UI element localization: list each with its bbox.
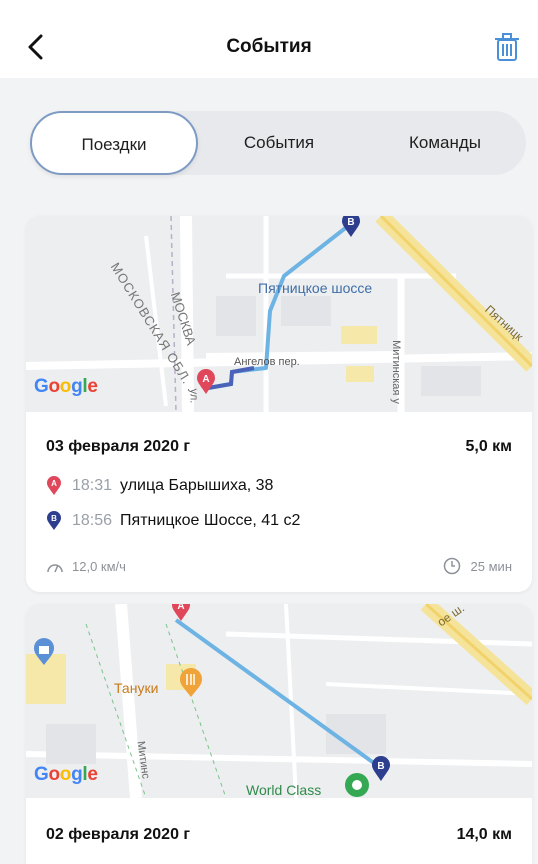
- map-label-lane: Ангелов пер.: [234, 356, 300, 368]
- svg-text:B: B: [51, 514, 57, 523]
- trash-icon[interactable]: [494, 32, 520, 62]
- app-header: События: [0, 0, 538, 78]
- end-time: 18:56: [72, 512, 113, 529]
- trip-map[interactable]: A B Тануки World Class Митинс ое ш. Goog…: [26, 604, 532, 798]
- tab-events[interactable]: События: [194, 111, 364, 175]
- trip-end: B 18:56 Пятницкое Шоссе, 41 с2: [46, 511, 300, 531]
- map-label-road: Пятницкое шоссе: [258, 280, 373, 296]
- map-label-street: Митинская у: [389, 340, 402, 404]
- pin-b-icon: B: [342, 216, 360, 237]
- speed-value: 12,0 км/ч: [72, 559, 126, 574]
- shopping-bag-icon: [34, 638, 54, 665]
- page-title: События: [226, 36, 312, 57]
- svg-text:A: A: [51, 479, 57, 488]
- svg-text:A: A: [202, 374, 209, 385]
- gym-icon: [345, 773, 369, 797]
- clock-icon: [443, 557, 460, 575]
- end-address: Пятницкое Шоссе, 41 с2: [120, 512, 301, 529]
- google-logo: Google: [34, 376, 98, 397]
- svg-text:B: B: [347, 217, 354, 228]
- google-logo: Google: [34, 764, 98, 785]
- trip-duration: 25 мин: [443, 557, 512, 575]
- pin-a-icon: A: [172, 604, 190, 621]
- trip-card[interactable]: A B Тануки World Class Митинс ое ш. Goog…: [26, 604, 532, 864]
- segmented-control: Поездки События Команды: [30, 111, 526, 175]
- start-time: 18:31: [72, 477, 113, 494]
- duration-value: 25 мин: [470, 558, 512, 574]
- trip-speed: 12,0 км/ч: [46, 559, 126, 574]
- trip-distance: 5,0 км: [465, 438, 512, 455]
- trip-date: 02 февраля 2020 г: [46, 826, 191, 843]
- trip-distance: 14,0 км: [456, 826, 512, 843]
- pin-b-icon: B: [372, 756, 390, 781]
- trip-date: 03 февраля 2020 г: [46, 438, 191, 455]
- restaurant-icon: [180, 668, 202, 697]
- pin-b-icon: B: [47, 511, 61, 530]
- svg-text:A: A: [177, 604, 184, 612]
- speedometer-icon: [47, 563, 63, 572]
- tab-trips[interactable]: Поездки: [30, 111, 198, 175]
- trip-map[interactable]: Пятницкое шоссе Ангелов пер. МОСКОВСКАЯ …: [26, 216, 532, 412]
- trip-start: A 18:31 улица Барышиха, 38: [46, 476, 273, 496]
- pin-a-icon: A: [47, 476, 61, 495]
- start-address: улица Барышиха, 38: [120, 477, 274, 494]
- pin-a-icon: A: [197, 369, 215, 394]
- map-label-gym: World Class: [246, 782, 322, 798]
- map-label-restaurant: Тануки: [114, 680, 159, 696]
- trip-card[interactable]: Пятницкое шоссе Ангелов пер. МОСКОВСКАЯ …: [26, 216, 532, 592]
- svg-text:B: B: [377, 761, 384, 772]
- tab-commands[interactable]: Команды: [364, 111, 526, 175]
